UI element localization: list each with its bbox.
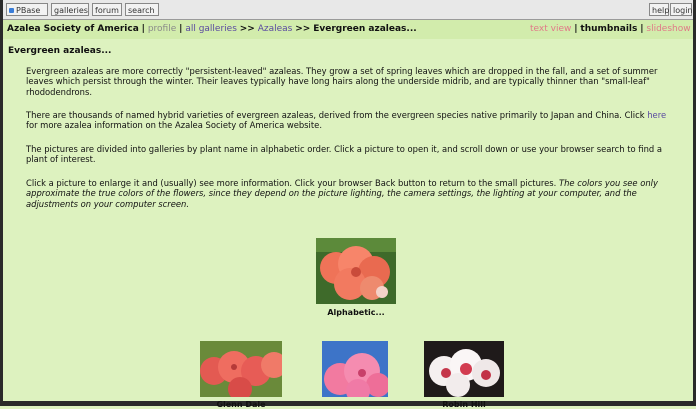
search-link[interactable]: search bbox=[125, 3, 159, 16]
gallery-caption[interactable]: Robin Hill bbox=[420, 400, 508, 409]
society-link[interactable]: Azalea Society of America bbox=[7, 24, 139, 34]
gallery-thumb-pink[interactable] bbox=[322, 341, 388, 397]
breadcrumb-trail: Azalea Society of America | profile | al… bbox=[7, 24, 417, 35]
thumbnails-link[interactable]: thumbnails bbox=[580, 24, 637, 34]
gallery-caption[interactable]: Glenn Dale bbox=[196, 400, 286, 409]
gallery-thumb-robin-hill[interactable] bbox=[424, 341, 504, 397]
enlarge-paragraph: Click a picture to enlarge it and (usual… bbox=[26, 178, 658, 209]
salmon-azalea-flower-icon bbox=[316, 238, 396, 304]
gallery-thumb-alphabetic[interactable] bbox=[316, 238, 396, 304]
help-link[interactable]: help bbox=[649, 3, 669, 16]
breadcrumb-arrow: >> bbox=[295, 24, 311, 34]
gallery-caption[interactable]: Alphabetic... bbox=[300, 308, 412, 317]
galleries-link[interactable]: galleries bbox=[51, 3, 89, 16]
page-title: Evergreen azaleas... bbox=[8, 46, 112, 56]
all-galleries-link[interactable]: all galleries bbox=[185, 24, 237, 34]
pbase-home-link[interactable]: PBase bbox=[6, 3, 48, 16]
login-link[interactable]: login bbox=[670, 3, 693, 16]
text-view-link[interactable]: text view bbox=[530, 24, 571, 34]
white-red-azalea-flower-icon bbox=[424, 341, 504, 397]
profile-link[interactable]: profile bbox=[148, 24, 176, 34]
slideshow-link[interactable]: slideshow bbox=[646, 24, 690, 34]
hybrids-paragraph: There are thousands of named hybrid vari… bbox=[26, 110, 667, 131]
breadcrumb: Azalea Society of America | profile | al… bbox=[3, 20, 693, 39]
gallery-thumb-glenn-dale[interactable] bbox=[200, 341, 282, 397]
view-mode-links: text view | thumbnails | slideshow bbox=[530, 24, 691, 35]
breadcrumb-arrow: >> bbox=[239, 24, 255, 34]
view-separator: | bbox=[574, 24, 578, 34]
asa-website-link[interactable]: here bbox=[647, 110, 666, 120]
breadcrumb-separator: | bbox=[141, 24, 145, 34]
galleries-paragraph: The pictures are divided into galleries … bbox=[26, 144, 662, 165]
azaleas-link[interactable]: Azaleas bbox=[258, 24, 293, 34]
forum-link[interactable]: forum bbox=[92, 3, 122, 16]
coral-azalea-flower-icon bbox=[200, 341, 282, 397]
pink-azalea-flower-icon bbox=[322, 341, 388, 397]
view-separator: | bbox=[640, 24, 644, 34]
site-toolbar: PBase galleries forum search help login bbox=[3, 0, 693, 20]
current-gallery: Evergreen azaleas... bbox=[313, 24, 417, 34]
breadcrumb-separator: | bbox=[179, 24, 183, 34]
pbase-logo-icon bbox=[9, 8, 14, 13]
intro-paragraph: Evergreen azaleas are more correctly "pe… bbox=[26, 66, 658, 97]
